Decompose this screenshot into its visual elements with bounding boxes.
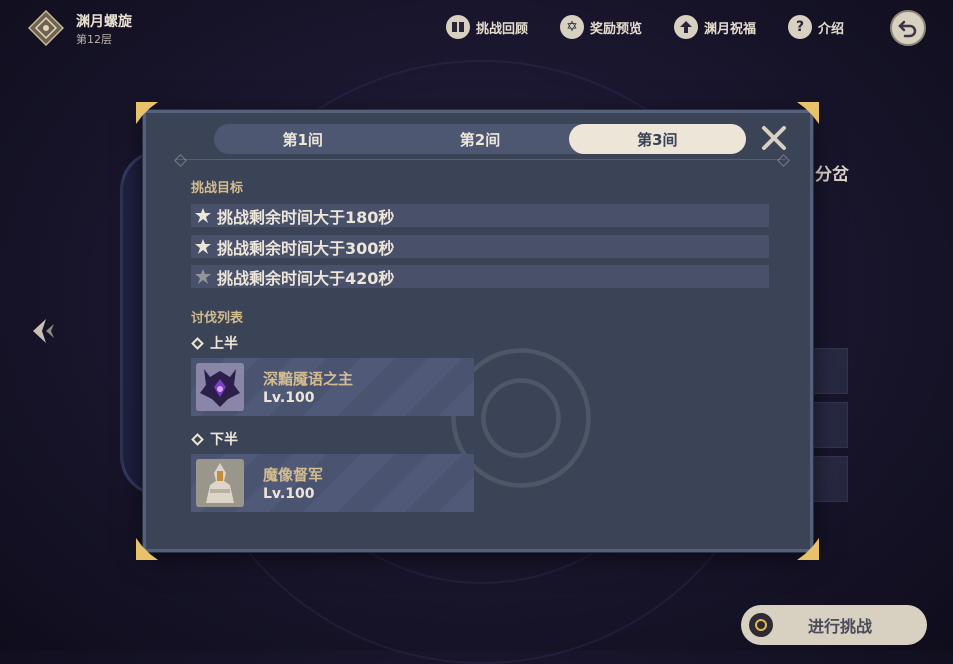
start-challenge-button[interactable]: 进行挑战 [741,605,927,645]
enemy-card[interactable]: 魔像督军 Lv.100 [191,454,474,512]
star-icon: ✡ [560,15,584,39]
book-icon [446,15,470,39]
abyss-emblem-icon [28,10,64,46]
abyss-blessing-button[interactable]: 渊月祝福 [674,14,756,40]
reward-preview-label: 奖励预览 [590,21,643,37]
star-unachieved-icon [195,268,211,284]
first-half-label: 上半 [191,333,238,353]
back-button[interactable] [890,10,926,46]
star-achieved-icon [195,207,211,223]
enemy-name: 魔像督军 [263,466,324,484]
floor-number: 第12层 [76,33,112,46]
diamond-icon [191,432,204,446]
objective-text: 挑战剩余时间大于180秒 [217,207,395,227]
chamber-tabs: 第1间 第2间 第3间 [214,124,746,154]
corner-ornament-icon [797,102,819,124]
back-arrow-icon [898,20,917,38]
objective-row: 挑战剩余时间大于420秒 [191,265,769,288]
half-text: 上半 [210,336,238,352]
background-slot [808,402,848,448]
help-icon: ? [788,15,812,39]
enemy-portrait [196,459,244,507]
abyss-blessing-label: 渊月祝福 [704,21,757,37]
objectives-title: 挑战目标 [191,181,244,196]
tab-chamber-3[interactable]: 第3间 [568,124,746,154]
background-branch-label: 分岔 [815,165,849,185]
corner-ornament-icon [136,538,158,560]
corner-ornament-icon [136,102,158,124]
abyss-title: 渊月螺旋 [76,14,132,30]
divider-ornament [777,154,790,167]
second-half-label: 下半 [191,429,238,449]
background-slot [808,348,848,394]
enemy-level: Lv.100 [263,486,315,502]
diamond-icon [191,336,204,350]
reward-preview-button[interactable]: ✡ 奖励预览 [560,14,642,40]
top-bar: 渊月螺旋 第12层 挑战回顾 ✡ 奖励预览 渊月祝福 ? 介绍 [0,0,953,56]
close-icon[interactable] [760,124,788,152]
introduction-label: 介绍 [818,21,845,37]
objective-row: 挑战剩余时间大于300秒 [191,235,769,258]
divider [176,159,786,160]
enemy-card[interactable]: 深黯魇语之主 Lv.100 [191,358,474,416]
floor-detail-modal: 第1间 第2间 第3间 挑战目标 挑战剩余时间大于180秒 挑战剩余时间大于30… [143,110,813,552]
challenge-review-label: 挑战回顾 [476,21,529,37]
challenge-review-button[interactable]: 挑战回顾 [446,14,528,40]
enemy-list-title: 讨伐列表 [191,311,244,326]
half-text: 下半 [210,432,238,448]
objective-text: 挑战剩余时间大于420秒 [217,268,395,288]
enemy-level: Lv.100 [263,390,315,406]
tab-chamber-2[interactable]: 第2间 [391,124,568,154]
start-challenge-label: 进行挑战 [807,617,872,636]
objective-text: 挑战剩余时间大于300秒 [217,238,395,258]
enemy-name: 深黯魇语之主 [263,370,354,388]
background-slot [808,456,848,502]
enemy-portrait [196,363,244,411]
objective-row: 挑战剩余时间大于180秒 [191,204,769,227]
introduction-button[interactable]: ? 介绍 [788,14,844,40]
star-achieved-icon [195,238,211,254]
blessing-icon [674,15,698,39]
previous-arrow-icon[interactable] [32,318,56,344]
divider-ornament [174,154,187,167]
challenge-ring-icon [749,613,773,637]
corner-ornament-icon [797,538,819,560]
tab-chamber-1[interactable]: 第1间 [214,124,391,154]
